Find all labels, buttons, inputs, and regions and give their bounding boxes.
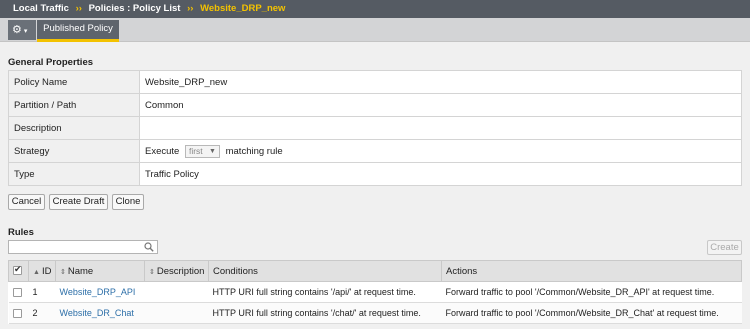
- property-label: Policy Name: [8, 70, 140, 94]
- rule-conditions: HTTP URI full string contains '/api/' at…: [208, 281, 442, 303]
- property-row: Type Traffic Policy: [8, 162, 742, 186]
- rule-actions: Forward traffic to pool '/Common/Website…: [441, 281, 742, 303]
- breadcrumb-separator: ››: [187, 3, 194, 14]
- column-header-id[interactable]: ▲ ID: [28, 260, 56, 282]
- rule-description: [144, 281, 209, 303]
- property-label: Strategy: [8, 139, 140, 163]
- rule-id: 1: [28, 281, 56, 303]
- row-checkbox-cell: [8, 302, 29, 324]
- strategy-select: first ▼: [184, 144, 220, 158]
- column-header-description[interactable]: ⇕ Description: [144, 260, 209, 282]
- row-checkbox-cell: [8, 281, 29, 303]
- select-all-header: [8, 260, 29, 282]
- table-row: 2 Website_DR_Chat HTTP URI full string c…: [8, 302, 742, 324]
- type-value: Traffic Policy: [139, 162, 742, 186]
- strategy-select-value: first: [188, 145, 203, 156]
- rule-name-link[interactable]: Website_DR_Chat: [60, 308, 134, 318]
- row-checkbox[interactable]: [12, 288, 22, 298]
- partition-value: Common: [139, 93, 742, 117]
- column-header-name[interactable]: ⇕ Name: [55, 260, 145, 282]
- property-label: Partition / Path: [8, 93, 140, 117]
- rules-header-row: ▲ID ⇕Name ⇕Description Conditions Action…: [8, 260, 742, 282]
- column-header-conditions: Conditions: [208, 260, 442, 282]
- breadcrumb-local-traffic[interactable]: Local Traffic: [13, 3, 69, 14]
- tab-bar: ⚙ ▾ Published Policy: [0, 18, 750, 42]
- rule-name-cell: Website_DRP_API: [55, 281, 145, 303]
- rules-table: ▲ID ⇕Name ⇕Description Conditions Action…: [8, 260, 742, 324]
- rules-search-input[interactable]: [8, 240, 158, 254]
- cancel-button[interactable]: Cancel: [8, 194, 45, 210]
- rule-id: 2: [28, 302, 56, 324]
- rule-conditions: HTTP URI full string contains '/chat/' a…: [208, 302, 442, 324]
- gear-menu-button[interactable]: ⚙ ▾: [8, 20, 36, 40]
- rule-actions: Forward traffic to pool '/Common/Website…: [441, 302, 742, 324]
- breadcrumb-current: Website_DRP_new: [200, 3, 286, 14]
- breadcrumb: Local Traffic ›› Policies : Policy List …: [0, 0, 750, 18]
- rules-title: Rules: [8, 227, 34, 238]
- strategy-suffix: matching rule: [225, 145, 283, 157]
- column-header-actions: Actions: [441, 260, 742, 282]
- property-row: Description: [8, 116, 742, 140]
- clone-button[interactable]: Clone: [112, 194, 144, 210]
- property-row: Policy Name Website_DRP_new: [8, 70, 742, 94]
- select-all-checkbox[interactable]: [13, 264, 22, 276]
- property-row: Strategy Execute first ▼ matching rule: [8, 139, 742, 163]
- general-properties-table: Policy Name Website_DRP_new Partition / …: [8, 70, 742, 186]
- strategy-prefix: Execute: [145, 145, 180, 157]
- property-label: Type: [8, 162, 140, 186]
- tab-published-policy[interactable]: Published Policy: [37, 20, 119, 42]
- gear-icon: ⚙: [12, 24, 22, 36]
- search-icon[interactable]: [144, 242, 154, 252]
- breadcrumb-policy-list[interactable]: Policies : Policy List: [89, 3, 181, 14]
- sort-icon: ⇕: [149, 268, 155, 276]
- chevron-down-icon: ▼: [209, 147, 216, 155]
- description-value: [139, 116, 742, 140]
- rule-description: [144, 302, 209, 324]
- sort-ascending-icon: ▲: [33, 268, 40, 276]
- policy-name-value: Website_DRP_new: [139, 70, 742, 94]
- chevron-down-icon: ▾: [23, 28, 28, 35]
- strategy-value: Execute first ▼ matching rule: [139, 139, 742, 163]
- sort-icon: ⇕: [60, 268, 66, 276]
- rule-name-cell: Website_DR_Chat: [55, 302, 145, 324]
- property-row: Partition / Path Common: [8, 93, 742, 117]
- rule-name-link[interactable]: Website_DRP_API: [60, 287, 136, 297]
- row-checkbox[interactable]: [12, 309, 22, 319]
- create-draft-button[interactable]: Create Draft: [49, 194, 108, 210]
- property-label: Description: [8, 116, 140, 140]
- general-properties-title: General Properties: [8, 57, 94, 68]
- breadcrumb-separator: ››: [75, 3, 82, 14]
- table-row: 1 Website_DRP_API HTTP URI full string c…: [8, 281, 742, 303]
- create-rule-button[interactable]: Create: [707, 240, 742, 255]
